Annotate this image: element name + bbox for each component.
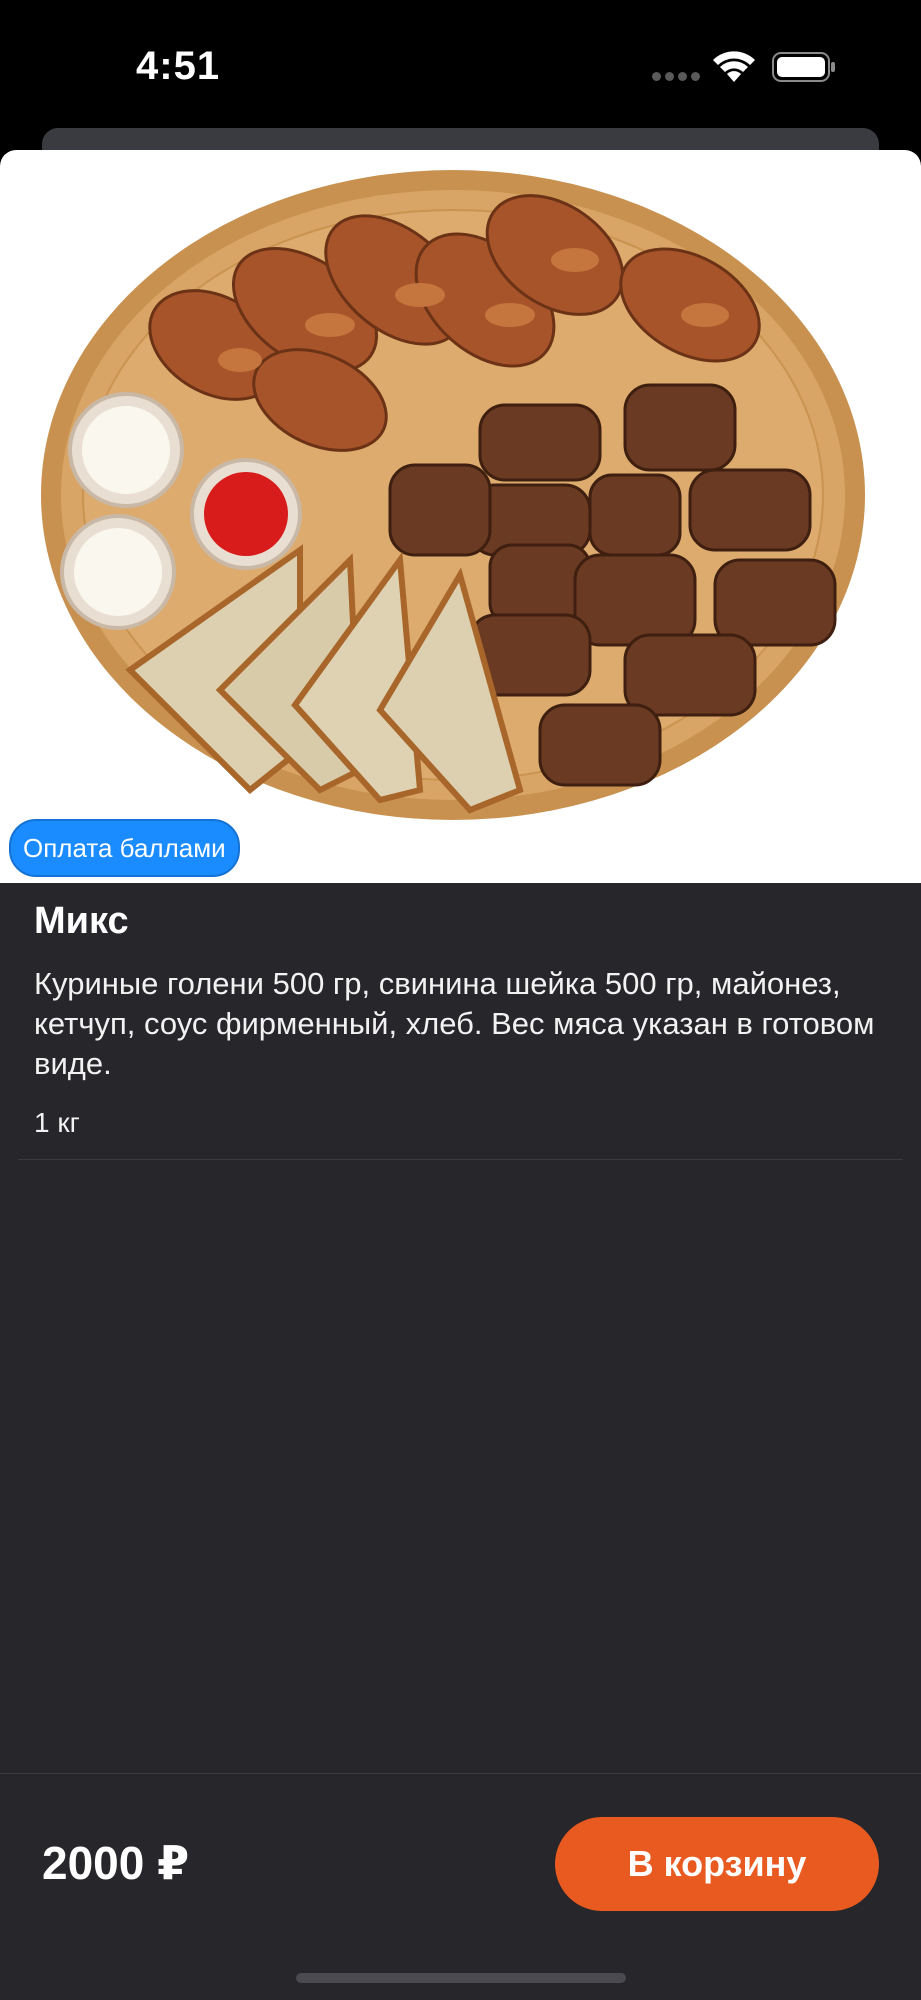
cellular-signal-icon: [652, 72, 700, 82]
product-image: Оплата баллами: [0, 150, 921, 883]
status-time: 4:51: [136, 44, 221, 88]
add-to-cart-button[interactable]: В корзину: [555, 1817, 879, 1911]
home-indicator: [296, 1973, 626, 1983]
battery-icon: [772, 52, 835, 82]
product-weight: 1 кг: [34, 1107, 80, 1138]
divider: [18, 1159, 903, 1160]
product-price: 2000 ₽: [42, 1837, 190, 1889]
product-title: Микс: [34, 900, 129, 942]
points-payment-badge: Оплата баллами: [9, 819, 240, 877]
wifi-icon: [713, 51, 755, 82]
food-platter-image: [41, 170, 865, 820]
product-sheet: Оплата баллами Микс Куриные голени 500 г…: [0, 150, 921, 2000]
status-bar: 4:51: [0, 0, 921, 130]
product-description: Куриные голени 500 гр, свинина шейка 500…: [34, 966, 875, 1081]
bottom-bar-divider: [0, 1773, 921, 1774]
